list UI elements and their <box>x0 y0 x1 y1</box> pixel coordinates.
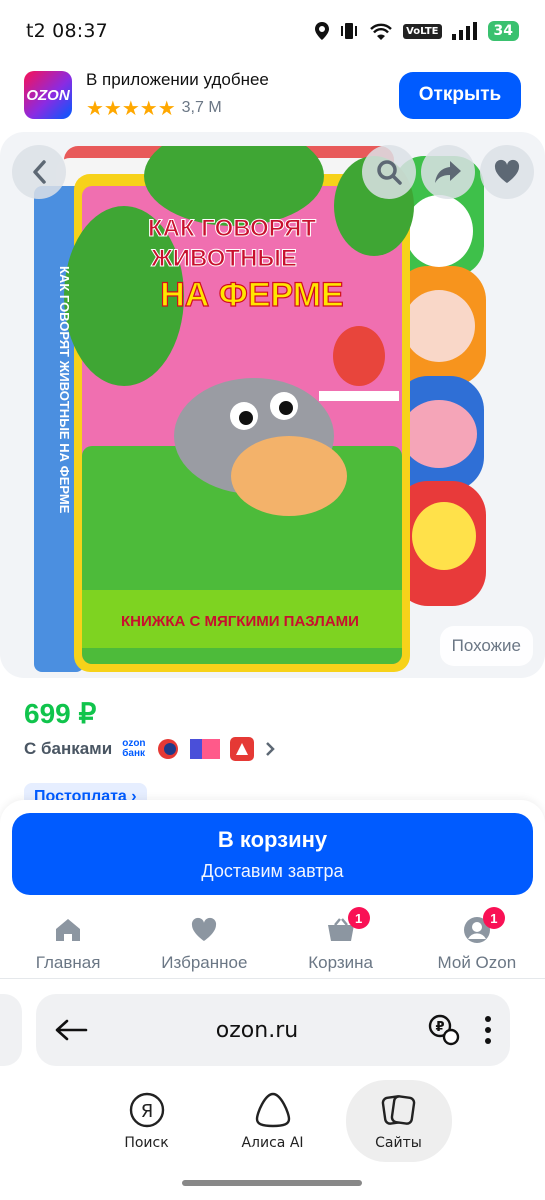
previous-tab-stub[interactable] <box>0 994 22 1066</box>
bank-logo-3-icon <box>229 737 254 761</box>
heart-icon <box>494 159 520 183</box>
ozon-bank-line2: банк <box>122 748 146 759</box>
protect-icon[interactable]: ₽ <box>426 1013 462 1047</box>
app-install-banner: OZON В приложении удобнее ★★★★★ 3,7 М От… <box>0 62 545 128</box>
svg-text:Я: Я <box>140 1101 153 1122</box>
open-app-button[interactable]: Открыть <box>399 71 521 119</box>
bank-logo-2-icon <box>189 739 220 759</box>
rating-count: 3,7 М <box>181 99 222 116</box>
profile-icon-wrap: 1 <box>463 907 505 945</box>
yandex-search-icon: Я <box>129 1092 164 1128</box>
browser-nav-search-label: Поиск <box>124 1135 169 1151</box>
browser-nav-sites[interactable]: Сайты <box>345 1080 452 1162</box>
tab-profile[interactable]: 1 Мой Ozon <box>409 903 545 978</box>
product-image[interactable]: КАК ГОВОРЯТ ЖИВОТНЫЕ НА ФЕРМЕ КНИЖКА С М… <box>34 146 494 672</box>
svg-text:₽: ₽ <box>435 1020 444 1035</box>
tab-cart-label: Корзина <box>308 953 373 972</box>
add-to-cart-label: В корзину <box>217 826 328 852</box>
browser-nav-search[interactable]: Я Поиск <box>94 1080 200 1162</box>
address-bar[interactable]: ozon.ru ₽ <box>36 994 510 1066</box>
home-icon-wrap <box>54 915 82 945</box>
profile-badge: 1 <box>482 907 505 929</box>
bank-logo-1-icon <box>157 739 178 759</box>
share-icon <box>435 161 461 183</box>
delivery-label: Доставим завтра <box>201 860 344 881</box>
browser-nav-sites-label: Сайты <box>375 1135 422 1151</box>
tab-home[interactable]: Главная <box>0 903 136 978</box>
battery-indicator: 34 <box>487 21 519 41</box>
banner-rating: ★★★★★ 3,7 М <box>86 96 399 121</box>
tab-favorites[interactable]: Избранное <box>136 903 272 978</box>
chevron-right-icon <box>265 742 275 756</box>
rating-stars: ★★★★★ <box>86 97 176 120</box>
sites-icon <box>381 1095 415 1125</box>
status-icons: VoLTE 34 <box>315 21 519 41</box>
alice-icon <box>255 1092 290 1128</box>
tab-profile-label: Мой Ozon <box>437 953 517 972</box>
back-button[interactable] <box>12 145 66 199</box>
url-text[interactable]: ozon.ru <box>88 1018 426 1043</box>
search-button[interactable] <box>362 145 416 199</box>
product-gallery[interactable]: КАК ГОВОРЯТ ЖИВОТНЫЕ НА ФЕРМЕ КНИЖКА С М… <box>0 132 545 678</box>
browser-nav: Я Поиск Алиса AI Сайты <box>0 1080 545 1162</box>
cart-icon-wrap: 1 <box>326 907 370 945</box>
search-icon <box>377 160 402 185</box>
chevron-left-icon <box>33 160 46 184</box>
book-spine-text: КАК ГОВОРЯТ ЖИВОТНЫЕ НА ФЕРМЕ <box>57 266 72 514</box>
bank-offers[interactable]: С банками ozon банк <box>24 737 276 761</box>
book-title-line1: КАК ГОВОРЯТ <box>148 215 316 242</box>
add-to-cart-button[interactable]: В корзину Доставим завтра <box>12 813 533 895</box>
home-indicator[interactable] <box>182 1180 362 1186</box>
tab-favorites-label: Избранное <box>161 953 248 972</box>
tab-cart[interactable]: 1 Корзина <box>273 903 409 978</box>
browser-toolbar: ozon.ru ₽ Я Поиск Алиса AI Сайты <box>0 980 545 1200</box>
banner-text: В приложении удобнее ★★★★★ 3,7 М <box>86 70 399 121</box>
ozon-bank-logo: ozon банк <box>122 739 145 759</box>
wifi-icon <box>370 23 392 40</box>
status-bar: t2 08:37 VoLTE 34 <box>0 0 545 62</box>
volte-badge: VoLTE <box>403 23 442 39</box>
bottom-tabbar: Главная Избранное 1 Корзина 1 Мой Ozon <box>0 903 545 979</box>
browser-nav-alice-label: Алиса AI <box>241 1135 304 1151</box>
book-subtitle: КНИЖКА С МЯГКИМИ ПАЗЛАМИ <box>121 613 359 630</box>
status-time: t2 08:37 <box>26 20 108 42</box>
back-arrow-icon[interactable] <box>54 1018 88 1042</box>
browser-nav-alice[interactable]: Алиса AI <box>220 1080 326 1162</box>
book-title-line2: ЖИВОТНЫЕ <box>150 245 297 272</box>
share-button[interactable] <box>421 145 475 199</box>
vibrate-icon <box>341 23 358 39</box>
cart-badge: 1 <box>347 907 370 929</box>
location-icon <box>315 22 330 40</box>
ozon-logo: OZON <box>24 71 72 119</box>
heart-icon <box>192 917 217 941</box>
book-title-line3: НА ФЕРМЕ <box>160 276 343 314</box>
signal-icon <box>451 22 477 40</box>
favorite-button[interactable] <box>480 145 534 199</box>
similar-button[interactable]: Похожие <box>439 626 533 666</box>
heart-icon-wrap <box>189 915 219 945</box>
tab-home-label: Главная <box>35 953 101 972</box>
more-menu-icon[interactable] <box>484 1015 492 1045</box>
banks-label: С банками <box>24 739 113 758</box>
product-price: 699 ₽ <box>24 698 97 729</box>
banner-title: В приложении удобнее <box>86 69 269 89</box>
home-icon <box>56 919 81 941</box>
